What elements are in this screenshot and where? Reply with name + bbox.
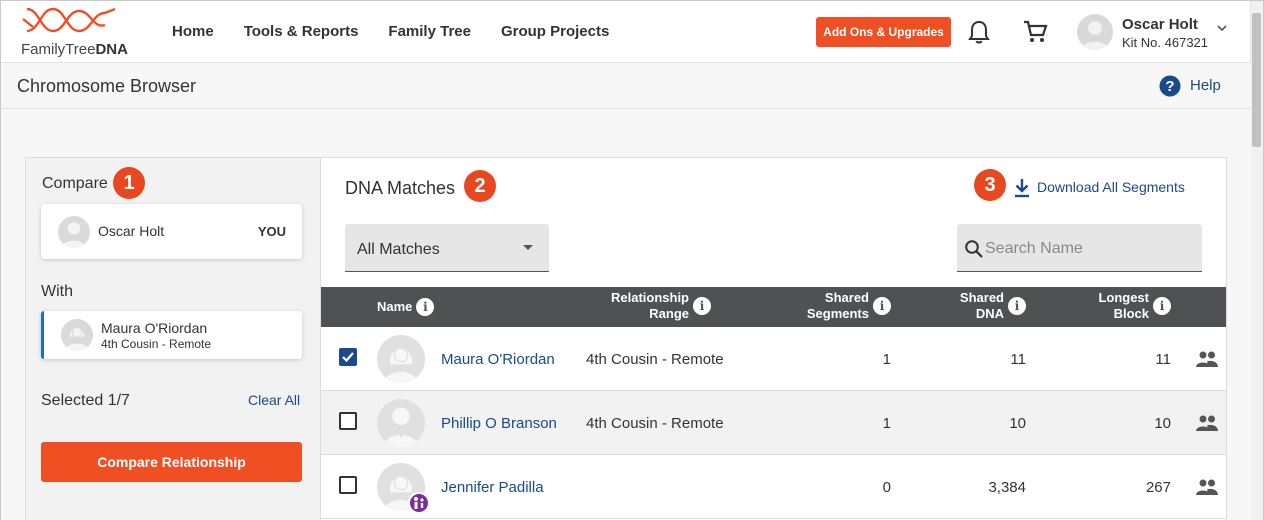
selected-match-relationship: 4th Cousin - Remote bbox=[101, 337, 212, 351]
longest-block: 11 bbox=[1155, 351, 1171, 368]
step-badge-3: 3 bbox=[974, 169, 1006, 201]
shared-dna: 3,384 bbox=[988, 479, 1026, 496]
avatar bbox=[58, 216, 90, 248]
step-badge-1: 1 bbox=[113, 167, 145, 199]
with-label: With bbox=[41, 283, 73, 300]
selected-match-card[interactable]: Maura O'Riordan 4th Cousin - Remote bbox=[41, 311, 302, 359]
male-avatar-icon bbox=[1081, 21, 1109, 50]
info-icon[interactable]: i bbox=[1008, 297, 1026, 315]
table-row[interactable]: Jennifer Padilla 0 3,384 267 bbox=[321, 455, 1226, 519]
shared-segments: 1 bbox=[882, 415, 891, 432]
user-avatar[interactable] bbox=[1077, 14, 1113, 50]
compare-label: Compare bbox=[42, 175, 108, 192]
shared-dna: 11 bbox=[1010, 351, 1026, 368]
female-avatar-icon bbox=[383, 347, 419, 383]
familytreedna-logo[interactable]: FamilyTreeDNA bbox=[19, 5, 129, 59]
info-icon[interactable]: i bbox=[1153, 297, 1171, 315]
column-header-shared-segments[interactable]: Shared Segments i bbox=[781, 290, 891, 322]
search-name-input[interactable] bbox=[985, 237, 1190, 261]
matches-table-header: Name i Relationship Range i Shared Segments i… bbox=[321, 287, 1226, 327]
vertical-scrollbar[interactable] bbox=[1250, 1, 1263, 520]
people-icon[interactable] bbox=[1195, 349, 1219, 369]
you-card: Oscar Holt YOU bbox=[41, 204, 302, 259]
shared-segments: 1 bbox=[882, 351, 891, 368]
male-avatar-icon bbox=[383, 407, 419, 447]
match-filter-value: All Matches bbox=[357, 241, 440, 258]
clear-all-link[interactable]: Clear All bbox=[248, 392, 300, 408]
column-header-relationship[interactable]: Relationship Range i bbox=[601, 290, 711, 322]
cart-icon[interactable] bbox=[1022, 19, 1048, 45]
female-avatar-icon bbox=[64, 327, 90, 351]
svg-text:?: ? bbox=[1165, 78, 1174, 95]
people-icon[interactable] bbox=[1195, 477, 1219, 497]
selected-match-name: Maura O'Riordan bbox=[101, 320, 208, 336]
nav-tools-reports[interactable]: Tools & Reports bbox=[244, 23, 359, 40]
people-icon[interactable] bbox=[1195, 413, 1219, 433]
user-kit-number: Kit No. 467321 bbox=[1122, 35, 1209, 50]
male-avatar-icon bbox=[61, 222, 87, 248]
longest-block: 10 bbox=[1154, 415, 1171, 432]
nav-family-tree[interactable]: Family Tree bbox=[388, 23, 471, 40]
you-name: Oscar Holt bbox=[98, 223, 165, 239]
page-header: Chromosome Browser ? Help bbox=[1, 63, 1251, 109]
shared-segments: 0 bbox=[882, 479, 891, 496]
table-row[interactable]: Phillip O Branson 4th Cousin - Remote 1 … bbox=[321, 391, 1226, 455]
column-header-shared-dna[interactable]: Shared DNA i bbox=[921, 290, 1026, 322]
bell-icon[interactable] bbox=[967, 19, 991, 45]
nav-group-projects[interactable]: Group Projects bbox=[501, 23, 609, 40]
checkmark-icon bbox=[342, 352, 354, 363]
avatar bbox=[377, 335, 425, 383]
match-name-link[interactable]: Jennifer Padilla bbox=[441, 479, 544, 496]
match-relationship: 4th Cousin - Remote bbox=[586, 351, 724, 368]
dna-helix-icon bbox=[22, 7, 116, 33]
main-nav: Home Tools & Reports Family Tree Group P… bbox=[172, 23, 609, 40]
search-box[interactable] bbox=[957, 224, 1202, 272]
match-filter-select[interactable]: All Matches bbox=[345, 224, 549, 272]
table-row[interactable]: Maura O'Riordan 4th Cousin - Remote 1 11… bbox=[321, 327, 1226, 391]
help-icon[interactable]: ? bbox=[1159, 75, 1181, 97]
you-tag: YOU bbox=[257, 224, 286, 239]
step-badge-2: 2 bbox=[464, 170, 496, 202]
top-navigation-bar: FamilyTreeDNA Home Tools & Reports Famil… bbox=[1, 1, 1251, 63]
info-icon[interactable]: i bbox=[693, 297, 711, 315]
family-member-badge-icon bbox=[408, 492, 430, 514]
download-icon[interactable] bbox=[1013, 178, 1031, 198]
compare-panel: Compare 1 Oscar Holt YOU With Maura O'Ri… bbox=[25, 157, 321, 520]
download-all-segments-link[interactable]: Download All Segments bbox=[1037, 179, 1185, 195]
info-icon[interactable]: i bbox=[416, 298, 435, 316]
chevron-down-icon[interactable] bbox=[1215, 21, 1229, 35]
compare-relationship-button[interactable]: Compare Relationship bbox=[41, 442, 302, 482]
row-checkbox[interactable] bbox=[339, 412, 357, 430]
page-title: Chromosome Browser bbox=[17, 76, 197, 96]
parent-child-icon bbox=[414, 497, 424, 509]
caret-down-icon bbox=[523, 245, 533, 250]
column-header-name[interactable]: Name i bbox=[377, 298, 435, 316]
search-icon bbox=[965, 240, 983, 258]
match-name-link[interactable]: Maura O'Riordan bbox=[441, 351, 555, 368]
user-name[interactable]: Oscar Holt bbox=[1122, 16, 1198, 33]
row-checkbox[interactable] bbox=[339, 476, 357, 494]
scrollbar-thumb[interactable] bbox=[1252, 13, 1261, 147]
dna-matches-panel: DNA Matches 2 3 Download All Segments Al… bbox=[320, 157, 1227, 520]
help-link[interactable]: Help bbox=[1190, 77, 1221, 94]
dna-matches-title: DNA Matches bbox=[345, 178, 456, 198]
match-relationship: 4th Cousin - Remote bbox=[586, 415, 724, 432]
add-ons-upgrades-button[interactable]: Add Ons & Upgrades bbox=[816, 17, 951, 47]
logo-wordmark: FamilyTreeDNA bbox=[21, 41, 128, 58]
shared-dna: 10 bbox=[1009, 415, 1026, 432]
avatar bbox=[61, 319, 93, 351]
match-name-link[interactable]: Phillip O Branson bbox=[441, 415, 557, 432]
column-header-longest-block[interactable]: Longest Block i bbox=[1071, 290, 1171, 322]
info-icon[interactable]: i bbox=[873, 297, 891, 315]
avatar bbox=[377, 399, 425, 447]
selected-count: Selected 1/7 bbox=[41, 392, 130, 409]
longest-block: 267 bbox=[1145, 479, 1171, 496]
nav-home[interactable]: Home bbox=[172, 23, 214, 40]
row-checkbox[interactable] bbox=[339, 348, 357, 366]
